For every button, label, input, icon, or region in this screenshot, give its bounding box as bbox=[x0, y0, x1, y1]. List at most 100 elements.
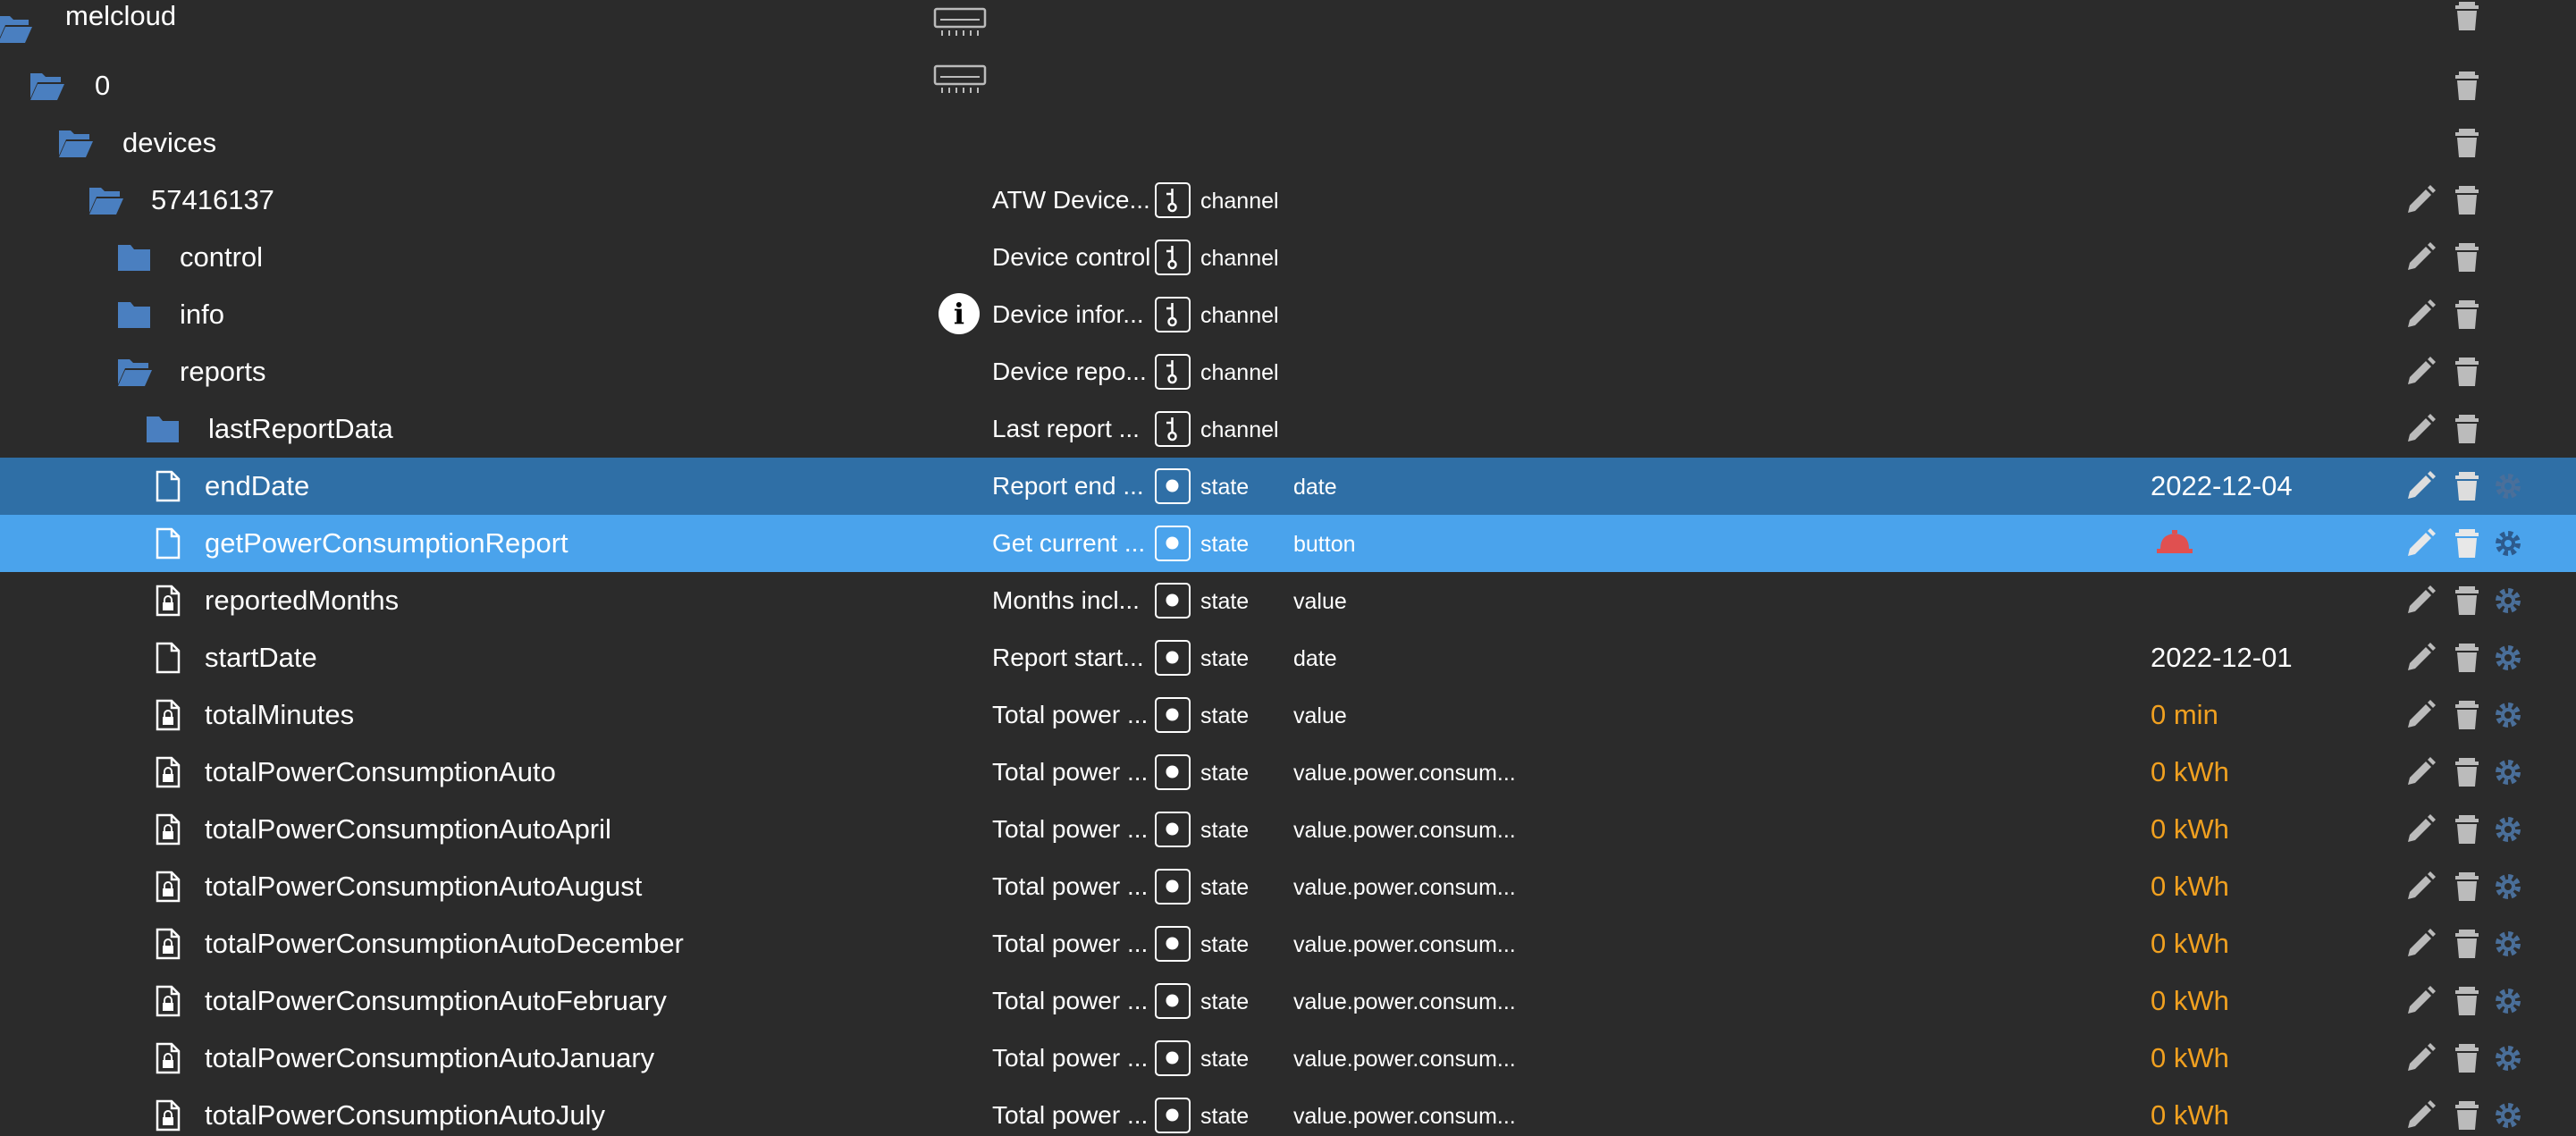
file-lock-icon[interactable] bbox=[150, 585, 186, 617]
edit-button[interactable] bbox=[2404, 756, 2437, 788]
edit-button[interactable] bbox=[2404, 1099, 2437, 1132]
delete-button[interactable] bbox=[2451, 1042, 2483, 1074]
settings-button[interactable] bbox=[2492, 1099, 2524, 1132]
tree-row-totalpowerconsumptionautojuly[interactable]: totalPowerConsumptionAutoJuly Total powe… bbox=[0, 1087, 2576, 1133]
tree-row-info[interactable]: info i Device infor... channel bbox=[0, 286, 2576, 343]
tree-row-totalpowerconsumptionautoaugust[interactable]: totalPowerConsumptionAutoAugust Total po… bbox=[0, 858, 2576, 915]
file-lock-icon[interactable] bbox=[150, 756, 186, 788]
delete-button[interactable] bbox=[2451, 413, 2483, 445]
folder-open-icon[interactable] bbox=[0, 13, 32, 45]
file-icon[interactable] bbox=[150, 470, 186, 502]
edit-button[interactable] bbox=[2404, 241, 2437, 273]
tree-row-totalpowerconsumptionautoapril[interactable]: totalPowerConsumptionAutoApril Total pow… bbox=[0, 801, 2576, 858]
tree-row-totalminutes[interactable]: totalMinutes Total power ... state value… bbox=[0, 686, 2576, 744]
settings-button[interactable] bbox=[2492, 699, 2524, 731]
edit-button[interactable] bbox=[2404, 356, 2437, 388]
delete-button[interactable] bbox=[2451, 699, 2483, 731]
delete-button[interactable] bbox=[2451, 985, 2483, 1017]
edit-button[interactable] bbox=[2404, 184, 2437, 216]
tree-row-enddate[interactable]: endDate Report end ... state date 2022-1… bbox=[0, 458, 2576, 515]
edit-button[interactable] bbox=[2404, 699, 2437, 731]
edit-button[interactable] bbox=[2404, 928, 2437, 960]
edit-button[interactable] bbox=[2404, 813, 2437, 846]
settings-button[interactable] bbox=[2492, 928, 2524, 960]
tree-row-0[interactable]: 0 bbox=[0, 57, 2576, 114]
settings-button[interactable] bbox=[2492, 756, 2524, 788]
edit-button[interactable] bbox=[2404, 470, 2437, 502]
edit-button[interactable] bbox=[2404, 585, 2437, 617]
row-value[interactable]: 0 min bbox=[2151, 697, 2218, 733]
tree-row-totalpowerconsumptionauto[interactable]: totalPowerConsumptionAuto Total power ..… bbox=[0, 744, 2576, 801]
tree-row-getpowerconsumptionreport[interactable]: getPowerConsumptionReport Get current ..… bbox=[0, 515, 2576, 572]
settings-button[interactable] bbox=[2492, 642, 2524, 674]
row-value[interactable]: 0 kWh bbox=[2151, 812, 2229, 847]
delete-button[interactable] bbox=[2451, 127, 2483, 159]
delete-button[interactable] bbox=[2451, 184, 2483, 216]
tree-row-totalpowerconsumptionautofebruary[interactable]: totalPowerConsumptionAutoFebruary Total … bbox=[0, 972, 2576, 1030]
tree-row-control[interactable]: control Device control channel bbox=[0, 229, 2576, 286]
edit-button[interactable] bbox=[2404, 1042, 2437, 1074]
settings-button[interactable] bbox=[2492, 527, 2524, 560]
delete-button[interactable] bbox=[2451, 0, 2483, 32]
folder-icon[interactable] bbox=[145, 413, 181, 445]
file-lock-icon[interactable] bbox=[150, 813, 186, 846]
file-lock-icon[interactable] bbox=[150, 699, 186, 731]
settings-button[interactable] bbox=[2492, 1042, 2524, 1074]
file-lock-icon[interactable] bbox=[150, 928, 186, 960]
delete-button[interactable] bbox=[2451, 241, 2483, 273]
delete-button[interactable] bbox=[2451, 1099, 2483, 1132]
edit-button[interactable] bbox=[2404, 642, 2437, 674]
row-value[interactable]: 0 kWh bbox=[2151, 869, 2229, 905]
row-value[interactable]: 2022-12-01 bbox=[2151, 640, 2293, 676]
row-value[interactable]: 0 kWh bbox=[2151, 926, 2229, 962]
info-icon[interactable]: i bbox=[939, 293, 980, 334]
edit-button[interactable] bbox=[2404, 299, 2437, 331]
file-lock-icon[interactable] bbox=[150, 871, 186, 903]
folder-open-icon[interactable] bbox=[29, 70, 64, 102]
tree-row-reportedmonths[interactable]: reportedMonths Months incl... state valu… bbox=[0, 572, 2576, 629]
tree-row-lastreportdata[interactable]: lastReportData Last report ... channel bbox=[0, 400, 2576, 458]
folder-open-icon[interactable] bbox=[116, 356, 152, 388]
file-lock-icon[interactable] bbox=[150, 985, 186, 1017]
row-value[interactable]: 0 kWh bbox=[2151, 983, 2229, 1019]
file-lock-icon[interactable] bbox=[150, 1099, 186, 1132]
delete-button[interactable] bbox=[2451, 70, 2483, 102]
row-value[interactable]: 0 kWh bbox=[2151, 754, 2229, 790]
tree-row-totalpowerconsumptionautojanuary[interactable]: totalPowerConsumptionAutoJanuary Total p… bbox=[0, 1030, 2576, 1087]
file-icon[interactable] bbox=[150, 527, 186, 560]
tree-row-devices[interactable]: devices bbox=[0, 114, 2576, 172]
folder-icon[interactable] bbox=[116, 299, 152, 331]
edit-button[interactable] bbox=[2404, 527, 2437, 560]
tree-row-startdate[interactable]: startDate Report start... state date 202… bbox=[0, 629, 2576, 686]
delete-button[interactable] bbox=[2451, 756, 2483, 788]
delete-button[interactable] bbox=[2451, 527, 2483, 560]
settings-button[interactable] bbox=[2492, 813, 2524, 846]
delete-button[interactable] bbox=[2451, 928, 2483, 960]
settings-button[interactable] bbox=[2492, 871, 2524, 903]
settings-button[interactable] bbox=[2492, 985, 2524, 1017]
tree-row-melcloud[interactable]: melcloud bbox=[0, 0, 2576, 57]
delete-button[interactable] bbox=[2451, 356, 2483, 388]
alarm-bell-button[interactable] bbox=[2155, 529, 2194, 556]
file-lock-icon[interactable] bbox=[150, 1042, 186, 1074]
edit-button[interactable] bbox=[2404, 413, 2437, 445]
delete-button[interactable] bbox=[2451, 470, 2483, 502]
folder-open-icon[interactable] bbox=[88, 184, 123, 216]
row-value[interactable]: 0 kWh bbox=[2151, 1040, 2229, 1076]
tree-row-reports[interactable]: reports Device repo... channel bbox=[0, 343, 2576, 400]
folder-icon[interactable] bbox=[116, 241, 152, 273]
delete-button[interactable] bbox=[2451, 871, 2483, 903]
row-value[interactable]: 2022-12-04 bbox=[2151, 468, 2293, 504]
edit-button[interactable] bbox=[2404, 871, 2437, 903]
delete-button[interactable] bbox=[2451, 585, 2483, 617]
edit-button[interactable] bbox=[2404, 985, 2437, 1017]
tree-row-totalpowerconsumptionautodecember[interactable]: totalPowerConsumptionAutoDecember Total … bbox=[0, 915, 2576, 972]
settings-button[interactable] bbox=[2492, 585, 2524, 617]
delete-button[interactable] bbox=[2451, 642, 2483, 674]
delete-button[interactable] bbox=[2451, 813, 2483, 846]
file-icon[interactable] bbox=[150, 642, 186, 674]
folder-open-icon[interactable] bbox=[57, 127, 93, 159]
tree-row-57416137[interactable]: 57416137 ATW Device... channel bbox=[0, 172, 2576, 229]
row-value[interactable]: 0 kWh bbox=[2151, 1098, 2229, 1133]
settings-button[interactable] bbox=[2492, 470, 2524, 502]
